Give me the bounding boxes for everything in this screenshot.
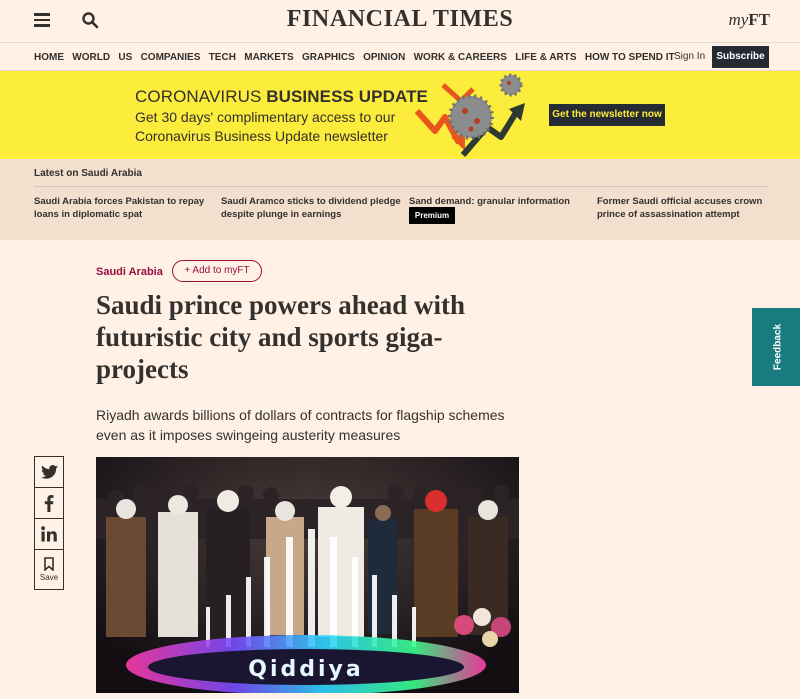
myft-my: my bbox=[728, 10, 749, 29]
topic-link[interactable]: Saudi Arabia bbox=[96, 266, 163, 278]
virus-arrows-illustration bbox=[414, 73, 525, 157]
newsletter-promo-banner: CORONAVIRUS BUSINESS UPDATE Get 30 days'… bbox=[0, 71, 800, 159]
site-header: FINANCIAL TIMES myFT bbox=[0, 0, 800, 42]
article-standfirst: Riyadh awards billions of dollars of con… bbox=[96, 407, 505, 443]
nav-item-world[interactable]: WORLD bbox=[72, 52, 110, 63]
nav-item-graphics[interactable]: GRAPHICS bbox=[302, 52, 355, 63]
save-label: Save bbox=[39, 573, 59, 582]
linkedin-icon bbox=[41, 526, 57, 542]
feedback-tab[interactable]: Feedback bbox=[752, 308, 800, 386]
menu-icon[interactable] bbox=[34, 13, 50, 27]
subscribe-button[interactable]: Subscribe bbox=[712, 46, 769, 68]
promo-line-2: Coronavirus Business Update newsletter bbox=[135, 128, 388, 144]
twitter-icon bbox=[40, 465, 58, 479]
article-headline: Saudi prince powers ahead with futuristi… bbox=[96, 290, 466, 384]
myft-link[interactable]: myFT bbox=[728, 10, 770, 30]
share-linkedin-button[interactable] bbox=[34, 518, 64, 550]
newsletter-signup-button[interactable]: Get the newsletter now bbox=[549, 104, 665, 126]
latest-item-link[interactable]: Former Saudi official accuses crown prin… bbox=[597, 195, 777, 221]
nav-item-opinion[interactable]: OPINION bbox=[363, 52, 405, 63]
nav-item-how-to-spend-it[interactable]: HOW TO SPEND IT bbox=[585, 52, 675, 63]
latest-item-link[interactable]: Saudi Aramco sticks to dividend pledge d… bbox=[221, 195, 401, 221]
sign-in-link[interactable]: Sign In bbox=[674, 51, 705, 62]
share-facebook-button[interactable] bbox=[34, 487, 64, 519]
latest-title[interactable]: Latest on Saudi Arabia bbox=[34, 168, 142, 179]
article-main-image[interactable]: Qiddiya bbox=[96, 457, 519, 693]
latest-divider bbox=[34, 186, 769, 187]
bookmark-icon bbox=[44, 557, 54, 571]
nav-item-markets[interactable]: MARKETS bbox=[244, 52, 293, 63]
feedback-label: Feedback bbox=[772, 323, 784, 371]
share-twitter-button[interactable] bbox=[34, 456, 64, 488]
qiddiya-stage-sign: Qiddiya bbox=[248, 657, 363, 682]
latest-topic-strip: Latest on Saudi Arabia Saudi Arabia forc… bbox=[0, 159, 800, 240]
nav-item-work-careers[interactable]: WORK & CAREERS bbox=[414, 52, 507, 63]
ft-logo[interactable]: FINANCIAL TIMES bbox=[0, 6, 800, 33]
facebook-icon bbox=[44, 494, 54, 512]
promo-title-bold: BUSINESS UPDATE bbox=[266, 87, 428, 106]
save-article-button[interactable]: Save bbox=[34, 549, 64, 590]
myft-ft: FT bbox=[748, 10, 770, 29]
nav-item-home[interactable]: HOME bbox=[34, 52, 64, 63]
nav-item-companies[interactable]: COMPANIES bbox=[141, 52, 201, 63]
nav-item-us[interactable]: US bbox=[118, 52, 132, 63]
nav-item-life-arts[interactable]: LIFE & ARTS bbox=[515, 52, 576, 63]
premium-badge: Premium bbox=[409, 207, 455, 224]
search-icon[interactable] bbox=[81, 11, 99, 29]
add-to-myft-button[interactable]: + Add to myFT bbox=[172, 260, 262, 282]
promo-title: CORONAVIRUS BUSINESS UPDATE bbox=[135, 87, 428, 107]
nav-item-tech[interactable]: TECH bbox=[209, 52, 236, 63]
promo-title-plain: CORONAVIRUS bbox=[135, 87, 267, 106]
latest-item-link[interactable]: Saudi Arabia forces Pakistan to repay lo… bbox=[34, 195, 214, 221]
promo-line-1: Get 30 days' complimentary access to our bbox=[135, 109, 396, 125]
